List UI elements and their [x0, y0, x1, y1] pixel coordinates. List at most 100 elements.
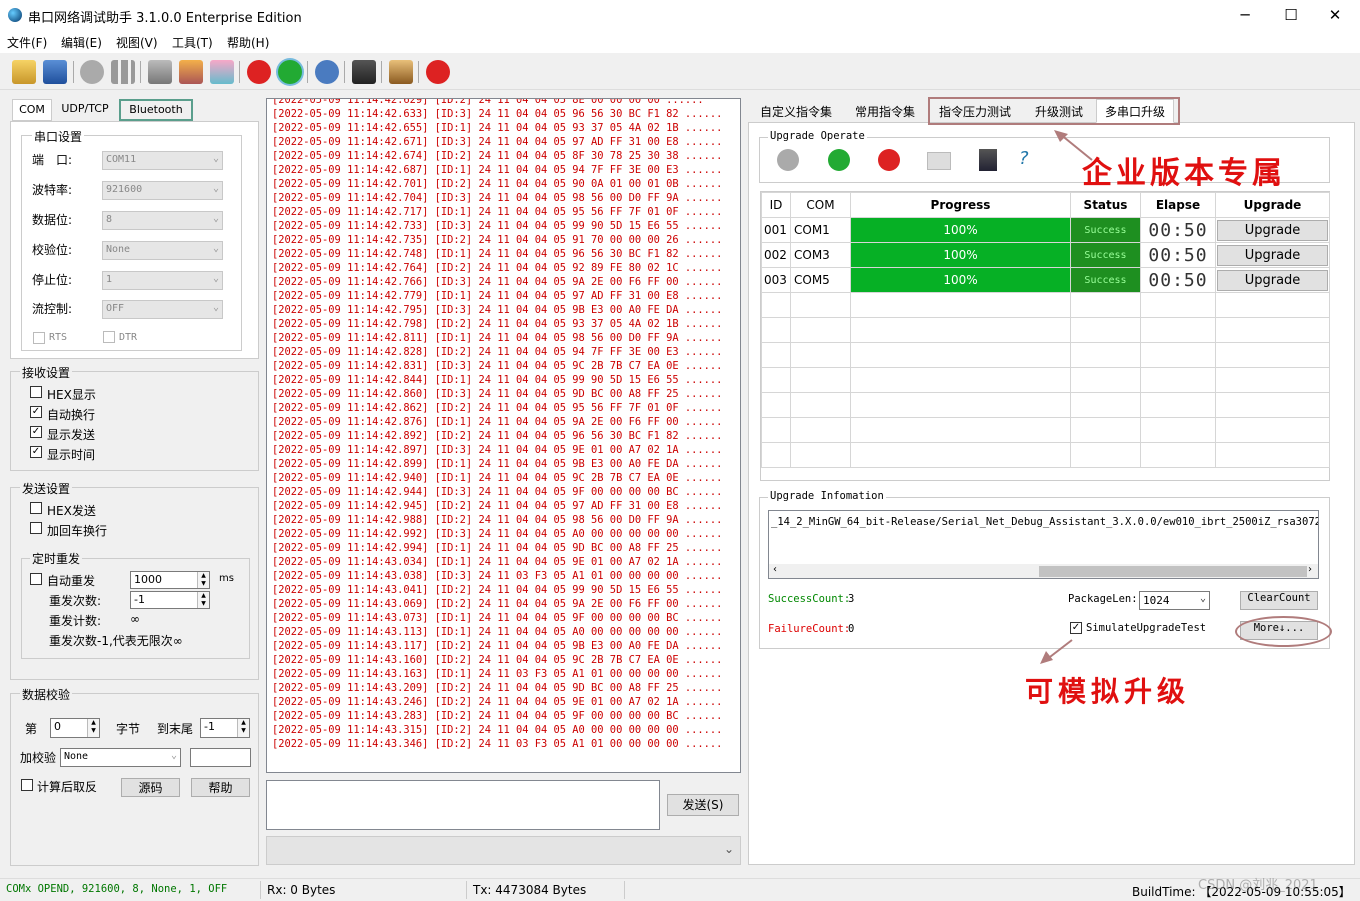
row-progress: 100% — [850, 217, 1071, 243]
table-row: 003 COM5 100% Success 00:50 Upgrade — [761, 267, 1330, 293]
menu-tools[interactable]: 工具(T) — [172, 34, 213, 51]
port-label: 端 口: — [32, 153, 73, 167]
help-button[interactable]: 帮助 — [191, 778, 250, 797]
tab-stress-test[interactable]: 指令压力测试 — [930, 99, 1020, 123]
tab-bluetooth[interactable]: Bluetooth — [119, 99, 193, 121]
pause-icon[interactable] — [111, 60, 135, 84]
menu-file[interactable]: 文件(F) — [7, 34, 47, 51]
tab-udp-tcp[interactable]: UDP/TCP — [53, 99, 117, 121]
simulate-checkbox[interactable]: ✓ — [1070, 622, 1082, 634]
power-icon[interactable] — [878, 149, 900, 171]
spin-arrows-icon[interactable]: ▲ ▼ — [197, 572, 209, 588]
power-icon[interactable] — [426, 60, 450, 84]
timer-title: 定时重发 — [30, 550, 83, 567]
port-select[interactable]: COM11 ⌄ — [102, 151, 223, 170]
row-id: 003 — [761, 267, 791, 293]
help-icon[interactable]: ? — [1019, 148, 1029, 169]
toolbar-separator — [418, 61, 419, 83]
stop-icon[interactable] — [80, 60, 104, 84]
close-button[interactable]: ✕ — [1312, 0, 1358, 31]
row-upgrade-button[interactable]: Upgrade — [1217, 269, 1328, 291]
stopbits-select[interactable]: 1 ⌄ — [102, 271, 223, 290]
checksum-method-select[interactable]: None ⌄ — [60, 748, 181, 767]
package-len-select[interactable]: 1024 ⌄ — [1139, 591, 1210, 610]
menu-edit[interactable]: 编辑(E) — [61, 34, 102, 51]
checksum-end-input[interactable]: -1 ▲ ▼ — [200, 718, 250, 738]
upgrade-table: ID COM Progress Status Elapse Upgrade 00… — [761, 192, 1330, 468]
source-button[interactable]: 源码 — [121, 778, 180, 797]
success-count-label: SuccessCount: — [768, 593, 851, 605]
play-icon[interactable] — [777, 149, 799, 171]
save-icon[interactable] — [43, 60, 67, 84]
empty-row — [761, 317, 1330, 343]
package-len-label: PackageLen: — [1068, 593, 1138, 605]
scroll-right-icon[interactable]: › — [1308, 564, 1312, 575]
network-icon[interactable] — [315, 60, 339, 84]
show-send-checkbox[interactable]: ✓ — [30, 426, 42, 438]
stop-icon[interactable] — [828, 149, 850, 171]
clear-icon[interactable] — [148, 60, 172, 84]
log-line: [2022-05-09 11:14:42.687] [ID:1] 24 11 0… — [272, 164, 723, 176]
tab-upgrade-test[interactable]: 升级测试 — [1026, 99, 1092, 123]
menu-help[interactable]: 帮助(H) — [227, 34, 269, 51]
add-icon[interactable] — [278, 60, 302, 84]
rts-checkbox[interactable] — [33, 332, 45, 344]
send-button[interactable]: 发送(S) — [667, 794, 739, 816]
user-icon[interactable] — [979, 149, 997, 171]
history-select[interactable]: ⌄ — [266, 836, 741, 865]
chevron-down-icon: ⌄ — [212, 183, 219, 194]
baud-select[interactable]: 921600 ⌄ — [102, 181, 223, 200]
row-upgrade-button[interactable]: Upgrade — [1217, 219, 1328, 241]
plugin-icon[interactable] — [210, 60, 234, 84]
tab-custom-commands[interactable]: 自定义指令集 — [751, 99, 841, 123]
log-line: [2022-05-09 11:14:43.346] [ID:2] 24 11 0… — [272, 738, 723, 750]
databits-select[interactable]: 8 ⌄ — [102, 211, 223, 230]
log-line: [2022-05-09 11:14:42.717] [ID:1] 24 11 0… — [272, 206, 723, 218]
clear-count-button[interactable]: ClearCount — [1240, 591, 1318, 610]
crlf-checkbox[interactable] — [30, 522, 42, 534]
row-upgrade-button[interactable]: Upgrade — [1217, 244, 1328, 266]
spin-arrows-icon[interactable]: ▲ ▼ — [197, 592, 209, 608]
tool-icon[interactable] — [179, 60, 203, 84]
scroll-left-icon[interactable]: ‹ — [773, 564, 777, 575]
log-line: [2022-05-09 11:14:42.994] [ID:1] 24 11 0… — [272, 542, 723, 554]
send-input[interactable] — [266, 780, 660, 830]
tab-multi-upgrade[interactable]: 多串口升级 — [1096, 99, 1175, 123]
auto-wrap-checkbox[interactable]: ✓ — [30, 406, 42, 418]
flow-select[interactable]: OFF ⌄ — [102, 300, 223, 319]
show-time-checkbox[interactable]: ✓ — [30, 446, 42, 458]
auto-resend-checkbox[interactable] — [30, 573, 42, 585]
path-scroll-thumb[interactable] — [1039, 566, 1307, 577]
maximize-button[interactable]: ☐ — [1268, 0, 1314, 31]
dtr-checkbox[interactable] — [103, 331, 115, 343]
spin-arrows-icon[interactable]: ▲ ▼ — [87, 719, 99, 737]
path-scrollbar[interactable]: ‹ › — [769, 564, 1318, 578]
menu-view[interactable]: 视图(V) — [116, 34, 158, 51]
minimize-button[interactable]: ─ — [1222, 0, 1268, 31]
hex-send-checkbox[interactable] — [30, 502, 42, 514]
tab-common-commands[interactable]: 常用指令集 — [846, 99, 924, 123]
spin-arrows-icon[interactable]: ▲ ▼ — [237, 719, 249, 737]
image-icon[interactable] — [927, 152, 951, 170]
checksum-result-input[interactable] — [190, 748, 251, 767]
remove-icon[interactable] — [247, 60, 271, 84]
book-icon[interactable] — [389, 60, 413, 84]
resend-count-input[interactable]: -1 ▲ ▼ — [130, 591, 210, 609]
rts-label: RTS — [49, 332, 68, 343]
invert-checkbox[interactable] — [21, 779, 33, 791]
upgrade-info-title: Upgrade Infomation — [768, 490, 886, 502]
firmware-path-box[interactable]: _14_2_MinGW_64_bit-Release/Serial_Net_De… — [768, 510, 1319, 579]
checksum-end-value: -1 — [204, 720, 215, 733]
tab-com[interactable]: COM — [12, 99, 52, 121]
parity-select[interactable]: None ⌄ — [102, 241, 223, 260]
log-line: [2022-05-09 11:14:43.038] [ID:3] 24 11 0… — [272, 570, 723, 582]
receive-log[interactable]: [2022-05-09 11:14:42.629] [ID:2] 24 11 0… — [266, 98, 741, 773]
open-icon[interactable] — [12, 60, 36, 84]
device-icon[interactable] — [352, 60, 376, 84]
hex-display-checkbox[interactable] — [30, 386, 42, 398]
show-send-label: 显示发送 — [47, 428, 96, 442]
upgrade-operate-title: Upgrade Operate — [768, 130, 867, 142]
log-line: [2022-05-09 11:14:43.315] [ID:2] 24 11 0… — [272, 724, 723, 736]
interval-input[interactable]: 1000 ▲ ▼ — [130, 571, 210, 589]
checksum-start-input[interactable]: 0 ▲ ▼ — [50, 718, 100, 738]
